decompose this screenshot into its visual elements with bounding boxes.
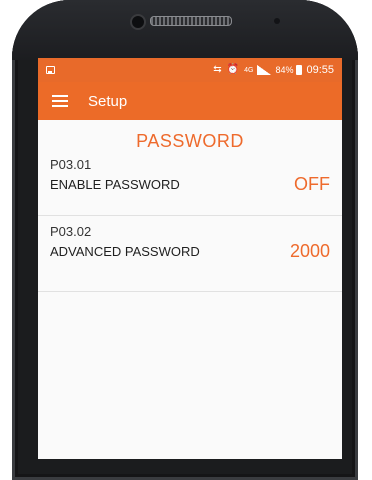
battery-percent: 84%	[275, 65, 294, 75]
proximity-sensor	[274, 18, 280, 24]
network-type-label: 4G	[244, 66, 254, 74]
section-title: PASSWORD	[136, 131, 244, 151]
setting-row-enable-password[interactable]: P03.01 ENABLE PASSWORD OFF	[38, 152, 342, 216]
setting-label: ENABLE PASSWORD	[50, 177, 180, 192]
status-bar: ⇆ ⏰ 4G 84% 09:55	[38, 58, 342, 82]
alarm-icon: ⏰	[226, 64, 240, 75]
screen: ⇆ ⏰ 4G 84% 09:55 Setup PASSWORD P03.01 E…	[38, 58, 342, 459]
setting-code: P03.02	[50, 224, 92, 239]
setting-code: P03.01	[50, 157, 92, 172]
setting-value: 2000	[289, 241, 330, 261]
front-camera	[130, 14, 146, 30]
phone-top-bezel	[12, 0, 358, 60]
setting-value: OFF	[294, 174, 330, 194]
app-bar: Setup	[38, 82, 342, 120]
hamburger-menu-icon[interactable]	[52, 95, 68, 107]
nfc-icon: ⇆	[213, 64, 222, 75]
setting-row-advanced-password[interactable]: P03.02 ADVANCED PASSWORD 2000	[38, 216, 342, 292]
status-time: 09:55	[306, 64, 334, 76]
image-notification-icon	[46, 66, 55, 74]
battery-icon	[296, 65, 303, 75]
app-title: Setup	[88, 92, 128, 110]
signal-icon	[257, 65, 272, 75]
setting-label: ADVANCED PASSWORD	[50, 244, 200, 259]
earpiece-speaker	[150, 16, 232, 26]
